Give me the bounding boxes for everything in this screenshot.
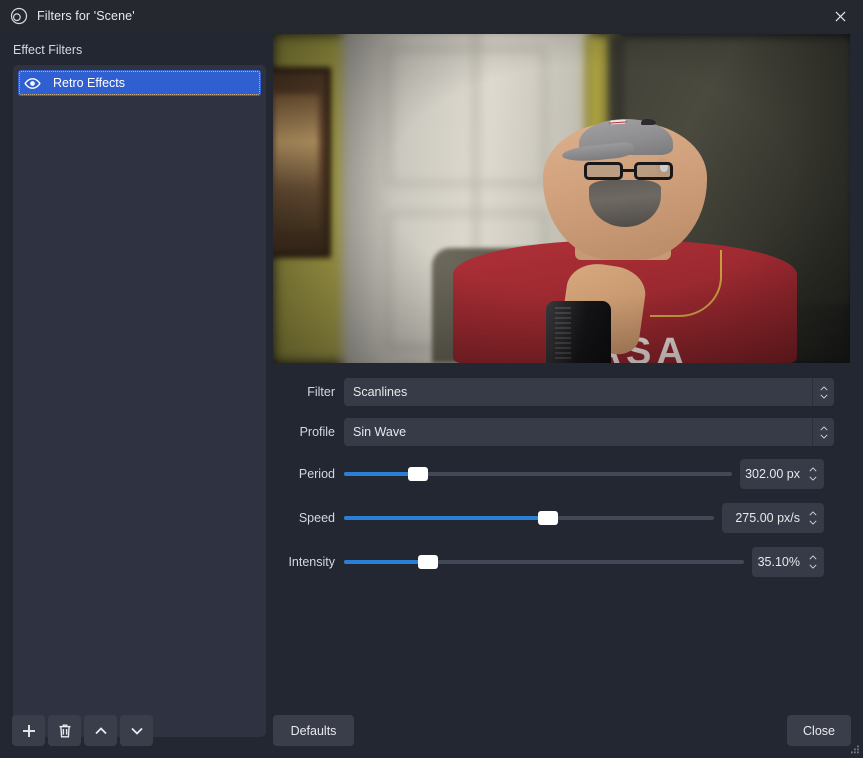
speed-spinbox[interactable]: 275.00 px/s: [722, 503, 824, 533]
period-slider-fill: [344, 472, 418, 476]
chevron-updown-icon[interactable]: [812, 418, 834, 446]
dialog-body: Effect Filters Retro Effects Filter Scan…: [0, 32, 863, 758]
dialog-footer: Defaults Close: [0, 705, 863, 758]
video-preview: NASA: [273, 34, 850, 363]
filter-select-value: Scanlines: [353, 385, 408, 399]
speed-slider-handle[interactable]: [537, 511, 558, 525]
intensity-slider-fill: [344, 560, 428, 564]
eye-icon[interactable]: [24, 75, 41, 92]
defaults-button[interactable]: Defaults: [273, 715, 354, 746]
spinner-arrows-icon[interactable]: [806, 511, 820, 525]
speed-row: Speed 275.00 px/s: [271, 496, 863, 540]
window-title: Filters for 'Scene': [37, 9, 135, 23]
intensity-slider[interactable]: [344, 552, 744, 572]
title-bar: Filters for 'Scene': [0, 0, 863, 32]
period-slider[interactable]: [344, 464, 732, 484]
speed-label: Speed: [298, 511, 335, 525]
intensity-label: Intensity: [288, 555, 335, 569]
spinner-arrows-icon[interactable]: [806, 467, 820, 481]
period-slider-handle[interactable]: [407, 467, 428, 481]
filter-row: Filter Scanlines: [271, 372, 863, 412]
effect-filters-label: Effect Filters: [13, 43, 83, 57]
profile-select-value: Sin Wave: [353, 425, 407, 439]
list-item[interactable]: Retro Effects: [18, 70, 261, 96]
filters-dialog: Filters for 'Scene' Effect Filters Retro…: [0, 0, 863, 758]
chevron-updown-icon[interactable]: [812, 378, 834, 406]
profile-select[interactable]: Sin Wave: [344, 418, 834, 446]
obs-logo-icon: [10, 7, 28, 25]
period-spinbox[interactable]: 302.00 px: [740, 459, 824, 489]
speed-slider[interactable]: [344, 508, 714, 528]
resize-grip-icon[interactable]: [848, 743, 860, 755]
speed-slider-fill: [344, 516, 548, 520]
preview-vignette: [273, 34, 850, 363]
filter-properties-form: Filter Scanlines Profile Sin Wave Period…: [271, 372, 863, 584]
intensity-value: 35.10%: [757, 555, 800, 569]
filter-label: Filter: [307, 385, 335, 399]
speed-value: 275.00 px/s: [735, 511, 800, 525]
profile-row: Profile Sin Wave: [271, 412, 863, 452]
intensity-row: Intensity 35.10%: [271, 540, 863, 584]
effect-filters-panel: Effect Filters Retro Effects: [0, 32, 271, 758]
preview-scene: NASA: [273, 34, 850, 363]
intensity-slider-handle[interactable]: [418, 555, 438, 569]
period-value: 302.00 px: [745, 467, 800, 481]
remove-filter-button[interactable]: [48, 715, 81, 746]
profile-label: Profile: [299, 425, 335, 439]
filter-list[interactable]: Retro Effects: [13, 65, 266, 737]
move-filter-down-button[interactable]: [120, 715, 153, 746]
list-item-label: Retro Effects: [53, 76, 126, 90]
spinner-arrows-icon[interactable]: [806, 555, 820, 569]
properties-panel: NASA: [271, 32, 863, 758]
period-row: Period 302.00 px: [271, 452, 863, 496]
add-filter-button[interactable]: [12, 715, 45, 746]
intensity-spinbox[interactable]: 35.10%: [752, 547, 824, 577]
period-label: Period: [298, 467, 335, 481]
filter-select[interactable]: Scanlines: [344, 378, 834, 406]
move-filter-up-button[interactable]: [84, 715, 117, 746]
close-icon[interactable]: [817, 0, 863, 32]
close-button[interactable]: Close: [787, 715, 851, 746]
